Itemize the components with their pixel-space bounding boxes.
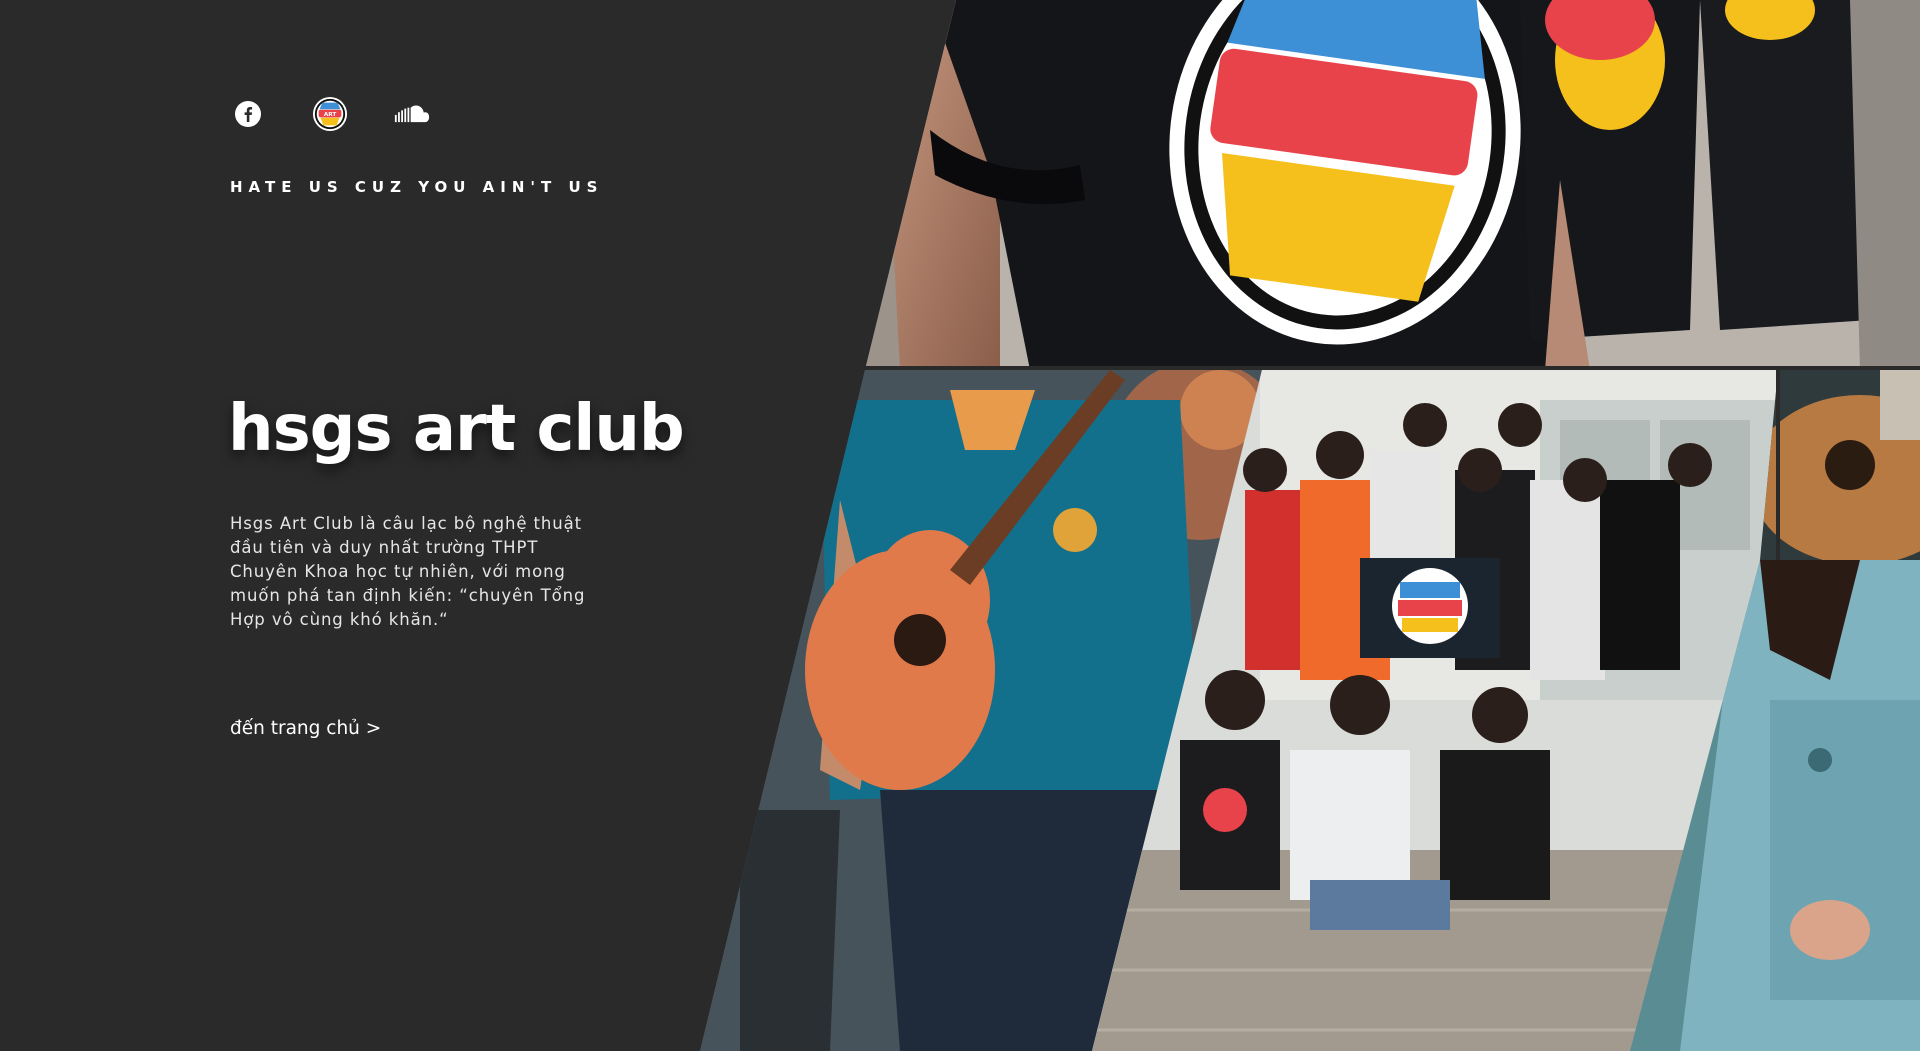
page-title: hsgs art club — [228, 392, 685, 466]
collage-divider-right — [1776, 370, 1780, 560]
art-club-logo-link[interactable]: ART — [312, 96, 348, 132]
soundcloud-icon — [394, 105, 430, 123]
social-links: ART — [230, 96, 430, 132]
collage-divider — [860, 366, 1920, 370]
hero-content: ART HATE US CUZ YOU AIN'T US hsgs art cl… — [0, 0, 940, 1051]
tagline: HATE US CUZ YOU AIN'T US — [230, 178, 604, 196]
hsgs-art-club-logo-icon: ART — [312, 96, 348, 132]
logo-text: ART — [324, 112, 337, 118]
club-description: Hsgs Art Club là câu lạc bộ nghệ thuật đ… — [230, 514, 586, 629]
soundcloud-link[interactable] — [394, 96, 430, 132]
landing-page: ART HATE US CUZ YOU AIN'T US hsgs art cl… — [0, 0, 1920, 1051]
facebook-link[interactable] — [230, 96, 266, 132]
facebook-icon — [235, 101, 261, 127]
go-to-homepage-link[interactable]: đến trang chủ > — [230, 718, 381, 739]
